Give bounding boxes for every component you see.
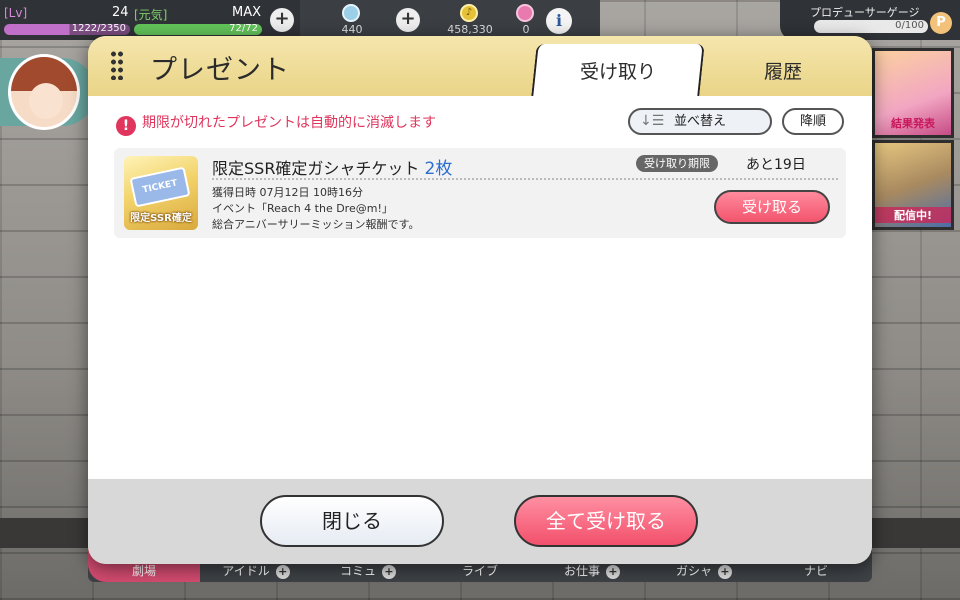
money-count: 458,330 (447, 23, 493, 36)
tab-gacha[interactable]: ガシャ + (648, 562, 760, 579)
tab-history[interactable]: 履歴 (708, 44, 858, 96)
deadline-remaining: あと19日 (746, 157, 806, 173)
item-name-text: 限定SSR確定ガシャチケット (212, 159, 420, 178)
tab-gacha-label: ガシャ (675, 564, 712, 578)
item-icon (516, 4, 534, 22)
grip-icon (110, 50, 124, 80)
jewel-icon (342, 4, 360, 22)
dialog-header: プレゼント 受け取り 履歴 (88, 36, 872, 96)
dialog-title: プレゼント (150, 55, 290, 86)
info-icon[interactable]: i (546, 8, 572, 34)
deadline-badge: 受け取り期限 (636, 155, 718, 172)
sort-button[interactable]: ↓☰ 並べ替え (628, 108, 772, 135)
item-name: 限定SSR確定ガシャチケット 2枚 (212, 154, 452, 179)
producer-gauge-icon: P (930, 12, 952, 34)
result-banner[interactable]: 結果発表 (872, 48, 954, 138)
expiry-notice-text: 期限が切れたプレゼントは自動的に消滅します (142, 115, 436, 131)
level-value: 24 (112, 5, 129, 20)
tab-commu[interactable]: コミュ + (312, 562, 424, 579)
thumbnail-caption: 限定SSR確定 (130, 213, 192, 224)
plus-icon: + (606, 565, 620, 579)
avatar-face (29, 83, 63, 119)
tab-receive[interactable]: 受け取り (531, 44, 705, 96)
genki-text: 72/72 (229, 23, 258, 34)
jewel-count: 440 (341, 23, 363, 36)
item-divider (212, 178, 838, 180)
acquired-date: 獲得日時 07月12日 10時16分 (212, 186, 363, 199)
item-count: 0 (522, 23, 530, 36)
tab-work-label: お仕事 (563, 564, 600, 578)
tab-work[interactable]: お仕事 + (536, 562, 648, 579)
present-dialog: プレゼント 受け取り 履歴 ! 期限が切れたプレゼントは自動的に消滅します ↓☰ … (88, 36, 872, 564)
producer-gauge-label: プロデューサーゲージ (810, 6, 920, 19)
tab-idol-label: アイドル (222, 564, 270, 578)
genki-plus-button[interactable]: + (270, 8, 294, 32)
producer-gauge: プロデューサーゲージ 0/100 P (780, 0, 960, 40)
plus-icon: + (275, 565, 290, 579)
item-quantity: 2枚 (424, 159, 453, 179)
genki-max: MAX (232, 5, 262, 20)
receive-button[interactable]: 受け取る (714, 190, 830, 224)
money-icon: ♪ (460, 4, 478, 22)
receive-all-button[interactable]: 全て受け取る (514, 495, 698, 547)
genki-label: [元気] (134, 8, 168, 22)
plus-icon: + (718, 565, 732, 579)
expiry-notice: ! 期限が切れたプレゼントは自動的に消滅します (116, 112, 436, 136)
ticket-icon: TICKET (129, 166, 191, 208)
sort-icon: ↓☰ (640, 113, 665, 129)
exp-text: 1222/2350 (71, 23, 126, 34)
tab-idol[interactable]: アイドル + (200, 562, 312, 579)
close-button[interactable]: 閉じる (260, 495, 444, 547)
streaming-banner-label: 配信中! (875, 207, 951, 223)
sort-button-label: 並べ替え (673, 114, 726, 129)
plus-icon: + (382, 565, 396, 579)
present-list-area: ! 期限が切れたプレゼントは自動的に消滅します ↓☰ 並べ替え 降順 TICKET… (88, 96, 872, 479)
result-banner-label: 結果発表 (891, 117, 935, 130)
streaming-banner[interactable]: 配信中! (872, 140, 954, 230)
jewel-plus-button[interactable]: + (396, 8, 420, 32)
item-description-line1: イベント「Reach 4 the Dre@m!」 (212, 202, 393, 215)
level-label: [Lv] (4, 6, 28, 20)
tab-receive-label: 受け取り (579, 61, 656, 83)
item-description-line2: 総合アニバーサリーミッション報酬です。 (212, 218, 420, 231)
tab-navi[interactable]: ナビ (760, 562, 872, 579)
status-hud: [Lv] 24 1222/2350 [元気] MAX 72/72 + 440 +… (0, 0, 600, 40)
dialog-footer: 閉じる 全て受け取る (88, 479, 872, 564)
tab-live[interactable]: ライブ (424, 562, 536, 579)
avatar[interactable] (8, 54, 80, 130)
present-item: TICKET 限定SSR確定 限定SSR確定ガシャチケット 2枚 受け取り期限 … (114, 148, 846, 238)
ticket-thumbnail: TICKET 限定SSR確定 (124, 156, 198, 230)
producer-gauge-value: 0/100 (895, 20, 924, 31)
tab-commu-label: コミュ (339, 564, 376, 578)
exclamation-icon: ! (116, 116, 136, 136)
order-button[interactable]: 降順 (782, 108, 844, 135)
